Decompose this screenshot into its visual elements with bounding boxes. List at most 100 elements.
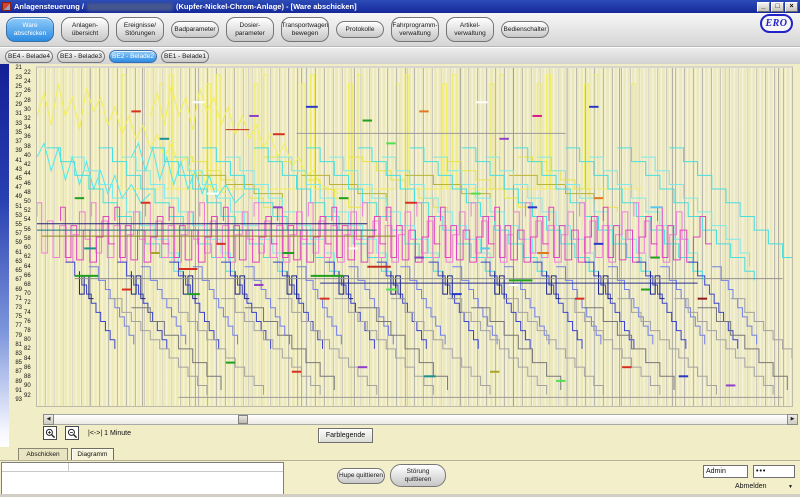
scrollbar-track[interactable] bbox=[54, 414, 787, 425]
chart-series-darkgray-stairs bbox=[584, 308, 674, 390]
y-axis-label-43: 43 bbox=[9, 167, 22, 173]
y-axis-label-59: 59 bbox=[9, 240, 22, 246]
y-axis-label-50: 50 bbox=[24, 199, 36, 205]
toolbar-button-dosierparameter[interactable]: Dosier-parameter bbox=[226, 17, 274, 42]
username-field[interactable]: Admin bbox=[703, 465, 748, 478]
restore-button[interactable]: □ bbox=[771, 2, 784, 12]
be-tab-be3[interactable]: BE3 - Belade3 bbox=[57, 50, 105, 63]
y-axis-label-45: 45 bbox=[9, 176, 22, 182]
chart-series-yellow-spikes bbox=[547, 75, 594, 189]
acknowledge-fault-button[interactable]: Störung quittieren bbox=[390, 464, 446, 487]
toolbar-button-label: Ereignisse/ bbox=[124, 22, 156, 30]
y-axis-label-52: 52 bbox=[24, 208, 36, 214]
toolbar-button-bedienschalter[interactable]: Bedienschalter bbox=[501, 21, 549, 38]
chart-series-gray-stairs bbox=[561, 299, 660, 395]
toolbar-button-label: Artikel- bbox=[460, 22, 480, 30]
loading-station-tabs: BE4 - Belade4 BE3 - Belade3 BE2 - Belade2 B… bbox=[0, 47, 800, 64]
chart-series-gray-stairs bbox=[504, 299, 603, 395]
chart-series-cyan-stairs bbox=[410, 148, 547, 280]
color-legend-button[interactable]: Farblegende bbox=[318, 428, 373, 443]
toolbar-button-anlagenbersicht[interactable]: Anlagen-übersicht bbox=[61, 17, 109, 42]
chart-series-gray-stairs bbox=[334, 299, 433, 395]
y-axis-label-46: 46 bbox=[24, 181, 36, 187]
title-bar: Anlagensteuerung / (Kupfer-Nickel-Chrom-… bbox=[0, 0, 800, 13]
y-axis-label-33: 33 bbox=[9, 121, 22, 127]
y-axis-label-37: 37 bbox=[9, 139, 22, 145]
y-axis-label-53: 53 bbox=[9, 213, 22, 219]
chart-series-magenta-sawtooth bbox=[332, 207, 386, 262]
be-tab-be1[interactable]: BE1 - Belade1 bbox=[161, 50, 209, 63]
bottom-panel: Hupe quittieren Störung quittieren Admin… bbox=[0, 460, 800, 497]
toolbar-button-wareabschicken[interactable]: Wareabschicken bbox=[6, 17, 54, 42]
toolbar-button-fahrprogrammverwaltung[interactable]: Fahrprogramm-verwaltung bbox=[391, 17, 439, 42]
chart-series-blue-stairs bbox=[636, 262, 686, 349]
y-axis-label-32: 32 bbox=[24, 116, 36, 122]
y-axis-label-92: 92 bbox=[24, 393, 36, 399]
decoration-gradient-strip bbox=[0, 64, 9, 447]
minimize-button[interactable]: _ bbox=[757, 2, 770, 12]
y-axis-label-73: 73 bbox=[9, 305, 22, 311]
y-axis-label-47: 47 bbox=[9, 185, 22, 191]
chart-series-magenta-sawtooth bbox=[440, 207, 494, 262]
chart-series-blue-stairs bbox=[688, 262, 738, 349]
y-axis-label-90: 90 bbox=[24, 383, 36, 389]
logout-control[interactable]: Abmelden ▼ bbox=[735, 483, 793, 490]
toolbar-button-ereignissestrungen[interactable]: Ereignisse/Störungen bbox=[116, 17, 164, 42]
scroll-right-button[interactable]: ▶ bbox=[787, 414, 798, 425]
bottom-tab-abschicken[interactable]: Abschicken bbox=[18, 448, 68, 460]
magnifier-minus-icon bbox=[67, 428, 78, 439]
bottom-tab-diagramm[interactable]: Diagramm bbox=[71, 448, 114, 460]
app-window: Anlagensteuerung / (Kupfer-Nickel-Chrom-… bbox=[0, 0, 800, 497]
y-axis-label-31: 31 bbox=[9, 111, 22, 117]
acknowledge-horn-button[interactable]: Hupe quittieren bbox=[337, 468, 385, 484]
y-axis-label-25: 25 bbox=[9, 84, 22, 90]
y-axis-label-62: 62 bbox=[24, 254, 36, 260]
app-icon bbox=[2, 2, 11, 11]
close-button[interactable]: × bbox=[785, 2, 798, 12]
send-list-header bbox=[2, 463, 283, 472]
toolbar-button-label: übersicht bbox=[72, 30, 98, 38]
toolbar-button-artikelverwaltung[interactable]: Artikel-verwaltung bbox=[446, 17, 494, 42]
chart-series-cyan-stairs bbox=[254, 148, 391, 280]
y-axis-label-65: 65 bbox=[9, 268, 22, 274]
toolbar-button-label: Transportwagen bbox=[282, 22, 329, 30]
fault-button-label-2: quittieren bbox=[405, 476, 432, 484]
y-axis-label-85: 85 bbox=[9, 360, 22, 366]
chart-series-yellow-spikes bbox=[216, 75, 263, 189]
chart-series-gray-stairs bbox=[108, 299, 207, 395]
chart-series-darkgray-stairs bbox=[358, 308, 448, 390]
be-tab-be4[interactable]: BE4 - Belade4 bbox=[5, 50, 53, 63]
chart-series-blue-stairs bbox=[117, 262, 167, 349]
y-axis-label-48: 48 bbox=[24, 190, 36, 196]
password-field[interactable]: ••• bbox=[753, 465, 795, 478]
chart-series-yellow-spikes bbox=[358, 75, 405, 189]
toolbar-button-label: Fahrprogramm- bbox=[392, 22, 437, 30]
toolbar-button-label: Störungen bbox=[125, 30, 155, 38]
y-axis-label-24: 24 bbox=[24, 79, 36, 85]
y-axis-label-72: 72 bbox=[24, 300, 36, 306]
chart-series-gray-stairs bbox=[391, 299, 490, 395]
y-axis-label-34: 34 bbox=[24, 125, 36, 131]
chart-series-magenta-sawtooth bbox=[658, 207, 712, 262]
toolbar-button-label: abschicken bbox=[14, 30, 47, 38]
be-tab-be2[interactable]: BE2 - Belade2 bbox=[109, 50, 157, 63]
toolbar-button-protokolle[interactable]: Protokolle bbox=[336, 21, 384, 38]
chart-series-yellow-spikes bbox=[264, 75, 311, 189]
zoom-in-button[interactable] bbox=[43, 426, 57, 440]
toolbar-button-transportwagenbewegen[interactable]: Transportwagenbewegen bbox=[281, 17, 329, 42]
y-axis-label-44: 44 bbox=[24, 171, 36, 177]
scroll-left-button[interactable]: ◀ bbox=[43, 414, 54, 425]
zoom-out-button[interactable] bbox=[65, 426, 79, 440]
toolbar-button-badparameter[interactable]: Badparameter bbox=[171, 21, 219, 38]
toolbar-button-label: Bedienschalter bbox=[504, 26, 547, 34]
send-list[interactable] bbox=[1, 462, 284, 495]
logout-label: Abmelden bbox=[735, 483, 767, 490]
y-axis-label-58: 58 bbox=[24, 236, 36, 242]
y-axis-label-39: 39 bbox=[9, 148, 22, 154]
y-axis-label-74: 74 bbox=[24, 310, 36, 316]
y-axis-label-79: 79 bbox=[9, 333, 22, 339]
scrollbar-thumb[interactable] bbox=[238, 415, 248, 424]
chart-series-blue-stairs bbox=[429, 262, 479, 349]
chart-series-gray-stairs bbox=[448, 299, 547, 395]
toolbar-button-label: bewegen bbox=[292, 30, 318, 38]
